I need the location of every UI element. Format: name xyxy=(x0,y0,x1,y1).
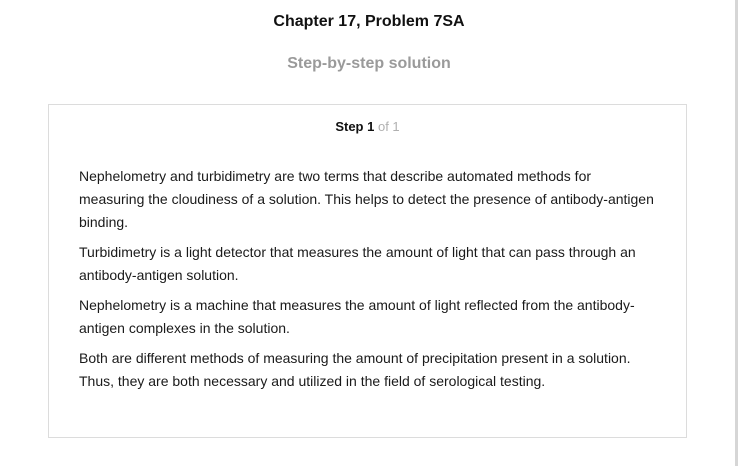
solution-subtitle: Step-by-step solution xyxy=(287,55,451,72)
solution-paragraph: Nephelometry and turbidimetry are two te… xyxy=(79,168,654,230)
solution-paragraph: Turbidimetry is a light detector that me… xyxy=(79,244,636,283)
solution-paragraph: Nephelometry is a machine that measures … xyxy=(79,297,635,336)
step-count: of 1 xyxy=(377,119,400,134)
solution-paragraph: Both are different methods of measuring … xyxy=(79,350,631,389)
step-label: Step 1 xyxy=(335,119,375,134)
chapter-title: Chapter 17, Problem 7SA xyxy=(273,13,465,30)
solution-content: Nephelometry and turbidimetry are two te… xyxy=(79,165,659,400)
solution-card: Step 1 of 1 Nephelometry and turbidimetr… xyxy=(48,104,687,438)
step-indicator: Step 1 of 1 xyxy=(49,119,686,135)
